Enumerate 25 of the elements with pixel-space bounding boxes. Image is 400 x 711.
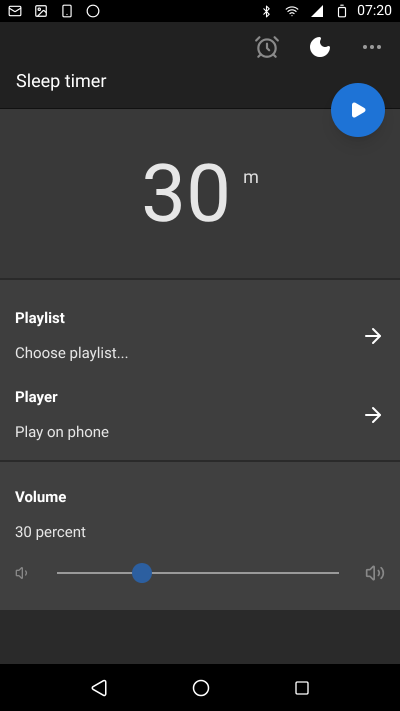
slider-thumb[interactable] bbox=[132, 563, 152, 583]
status-time: 07:20 bbox=[357, 2, 392, 20]
back-icon[interactable] bbox=[90, 678, 108, 696]
circle-icon bbox=[86, 4, 100, 18]
signal-icon bbox=[311, 5, 324, 17]
mail-icon bbox=[8, 4, 22, 18]
option-value: Play on phone bbox=[15, 422, 110, 442]
app-title: Sleep timer bbox=[16, 70, 108, 94]
option-label: Playlist bbox=[15, 308, 66, 329]
volume-reading: 30 percent bbox=[15, 522, 87, 542]
moon-icon[interactable] bbox=[308, 35, 332, 59]
play-icon bbox=[349, 101, 367, 119]
home-icon[interactable] bbox=[192, 678, 210, 696]
recents-icon[interactable] bbox=[294, 680, 310, 696]
option-row[interactable]: Player Play on phone bbox=[0, 375, 400, 454]
timer-value[interactable]: 30 bbox=[141, 154, 232, 234]
alarm-clock-icon[interactable] bbox=[254, 34, 280, 60]
wifi-icon bbox=[285, 4, 300, 18]
volume-label: Volume bbox=[15, 487, 68, 508]
option-label: Player bbox=[15, 387, 59, 408]
option-row[interactable]: Playlist Choose playlist... bbox=[0, 296, 400, 375]
timer-unit: m bbox=[243, 166, 259, 190]
option-value: Choose playlist... bbox=[15, 342, 130, 364]
image-icon bbox=[34, 4, 48, 18]
volume-high-icon bbox=[365, 563, 385, 583]
